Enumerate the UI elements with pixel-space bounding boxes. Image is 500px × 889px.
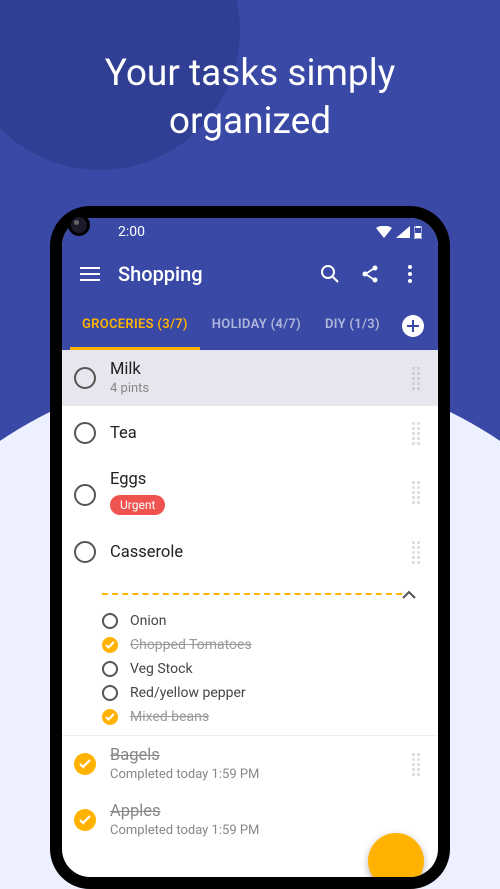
tab-bar: GROCERIES (3/7) HOLIDAY (4/7) DIY (1/3) (62, 302, 438, 350)
collapse-button[interactable] (402, 590, 426, 599)
tag-chip: Urgent (110, 495, 165, 515)
check-icon (79, 759, 91, 769)
tab-groceries[interactable]: GROCERIES (3/7) (70, 302, 200, 350)
drag-handle-icon[interactable] (412, 367, 426, 390)
plus-icon (407, 320, 419, 332)
subtask-item[interactable]: Veg Stock (62, 657, 438, 681)
task-list[interactable]: Milk 4 pints Tea Eggs Urge (62, 350, 438, 848)
item-title: Bagels (110, 746, 412, 765)
subtask-label: Chopped Tomatoes (130, 637, 252, 653)
hero-line1: Your tasks simply (0, 50, 500, 98)
hero-text: Your tasks simply organized (0, 50, 500, 146)
subtask-item[interactable]: Onion (62, 609, 438, 633)
tab-diy[interactable]: DIY (1/3) (313, 302, 392, 350)
search-icon (320, 264, 340, 284)
status-icons (376, 226, 422, 239)
checkbox[interactable] (102, 637, 118, 653)
checkbox[interactable] (74, 753, 96, 775)
checkbox[interactable] (74, 367, 96, 389)
signal-icon (396, 226, 410, 238)
check-icon (105, 713, 115, 721)
device-frame: 2:00 Shopping (50, 206, 450, 889)
add-tab-button[interactable] (402, 315, 424, 337)
checkbox[interactable] (102, 709, 118, 725)
drag-handle-icon[interactable] (412, 753, 426, 776)
status-time: 2:00 (118, 224, 145, 240)
check-icon (79, 815, 91, 825)
item-title: Apples (110, 802, 426, 821)
item-title: Eggs (110, 470, 412, 489)
list-item[interactable]: Bagels Completed today 1:59 PM (62, 735, 438, 792)
share-icon (360, 264, 380, 284)
wifi-icon (376, 226, 392, 238)
list-item[interactable]: Milk 4 pints (62, 350, 438, 406)
checkbox[interactable] (74, 541, 96, 563)
drag-handle-icon[interactable] (412, 481, 426, 504)
front-camera (68, 214, 90, 236)
check-icon (105, 641, 115, 649)
hamburger-icon (80, 267, 100, 281)
item-title: Tea (110, 424, 412, 443)
battery-icon (414, 226, 422, 239)
drag-handle-icon[interactable] (412, 422, 426, 445)
checkbox[interactable] (74, 484, 96, 506)
search-button[interactable] (310, 254, 350, 294)
subtask-item[interactable]: Chopped Tomatoes (62, 633, 438, 657)
item-subtitle: Completed today 1:59 PM (110, 823, 426, 838)
subtask-item[interactable]: Red/yellow pepper (62, 681, 438, 705)
page-title: Shopping (118, 262, 310, 286)
hero-line2: organized (0, 98, 500, 146)
subtask-label: Mixed beans (130, 709, 209, 725)
checkbox[interactable] (74, 809, 96, 831)
menu-button[interactable] (70, 254, 110, 294)
item-title: Casserole (110, 543, 412, 562)
item-title: Milk (110, 360, 412, 379)
list-item[interactable]: Eggs Urgent (62, 460, 438, 525)
status-bar: 2:00 (62, 218, 438, 246)
tab-holiday[interactable]: HOLIDAY (4/7) (200, 302, 313, 350)
list-item[interactable]: Tea (62, 406, 438, 460)
checkbox[interactable] (102, 661, 118, 677)
drag-handle-icon[interactable] (412, 541, 426, 564)
subtask-label: Onion (130, 613, 166, 629)
subtask-label: Red/yellow pepper (130, 685, 246, 701)
list-item[interactable]: Casserole (62, 525, 438, 579)
checkbox[interactable] (102, 613, 118, 629)
item-subtitle: Completed today 1:59 PM (110, 767, 412, 782)
app-bar: Shopping (62, 246, 438, 302)
share-button[interactable] (350, 254, 390, 294)
subtask-label: Veg Stock (130, 661, 193, 677)
subtask-item[interactable]: Mixed beans (62, 705, 438, 735)
item-subtitle: 4 pints (110, 381, 412, 396)
more-vert-icon (408, 265, 412, 283)
checkbox[interactable] (74, 422, 96, 444)
checkbox[interactable] (102, 685, 118, 701)
screen: 2:00 Shopping (62, 218, 438, 877)
chevron-up-icon (402, 590, 416, 599)
overflow-button[interactable] (390, 254, 430, 294)
subtask-divider (62, 579, 438, 609)
